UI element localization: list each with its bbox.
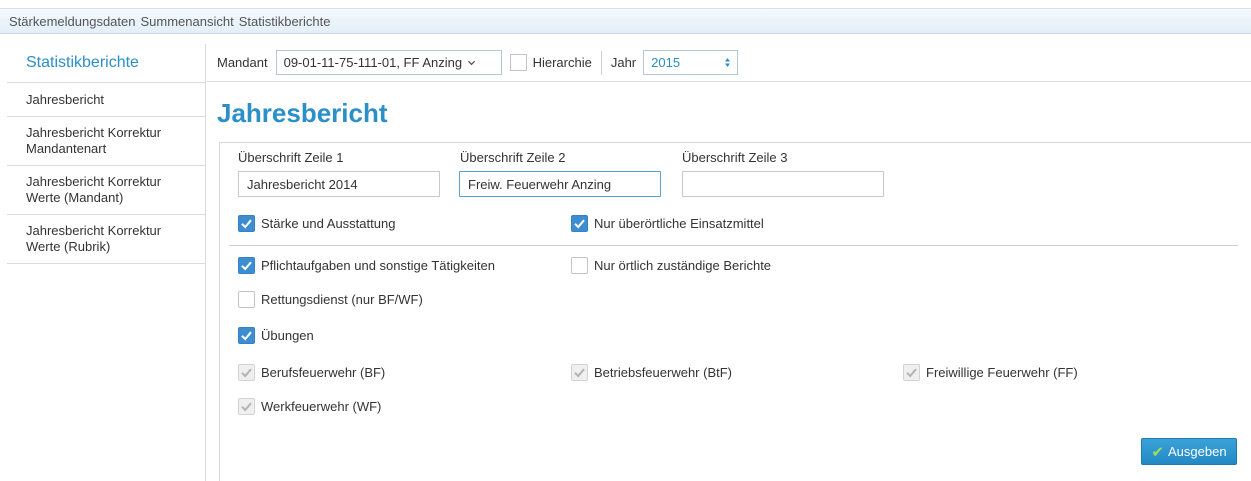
checkbox-berufsfw: Berufsfeuerwehr (BF) (238, 364, 385, 381)
header1-input-value: Jahresbericht 2014 (247, 176, 358, 192)
jahr-select-value: 2015 (651, 55, 681, 70)
updown-arrows-icon (724, 57, 731, 68)
header1-input[interactable]: Jahresbericht 2014 (238, 171, 440, 197)
checkbox-staerke[interactable]: Stärke und Ausstattung (238, 215, 395, 232)
checkbox-rettung[interactable]: Rettungsdienst (nur BF/WF) (238, 291, 423, 308)
mandant-label: Mandant (217, 55, 268, 70)
checkbox-freiwfw: Freiwillige Feuerwehr (FF) (903, 364, 1078, 381)
checkmark-disabled-icon (238, 398, 255, 415)
checkbox-pflicht-label: Pflichtaufgaben und sonstige Tätigkeiten (261, 258, 495, 273)
sidebar-item-jahresbericht[interactable]: Jahresbericht (7, 83, 205, 117)
mandant-select-value: 09-01-11-75-111-01, FF Anzing (283, 55, 463, 70)
section-divider (229, 245, 1238, 246)
checkbox-werkfw-label: Werkfeuerwehr (WF) (261, 399, 382, 414)
header3-label: Überschrift Zeile 3 (682, 150, 788, 165)
checkbox-betriebsfw: Betriebsfeuerwehr (BtF) (571, 364, 732, 381)
header1-label: Überschrift Zeile 1 (238, 150, 344, 165)
checkbox-oertlich-label: Nur örtlich zuständige Berichte (594, 258, 772, 273)
nav-statistikberichte[interactable]: Statistikberichte (239, 14, 331, 29)
checkbox-staerke-label: Stärke und Ausstattung (261, 216, 396, 231)
checkbox-betriebsfw-label: Betriebsfeuerwehr (BtF) (594, 365, 732, 380)
checkbox-freiwfw-label: Freiwillige Feuerwehr (FF) (926, 365, 1078, 380)
mandant-select[interactable]: 09-01-11-75-111-01, FF Anzing (275, 50, 502, 75)
checkbox-oertlich[interactable]: Nur örtlich zuständige Berichte (571, 257, 771, 274)
jahr-select[interactable]: 2015 (643, 50, 739, 75)
header3-input[interactable] (682, 171, 884, 197)
header2-input-value: Freiw. Feuerwehr Anzing (468, 176, 612, 192)
header2-label: Überschrift Zeile 2 (460, 150, 566, 165)
checkbox-empty-icon (238, 291, 255, 308)
checkmark-disabled-icon (571, 364, 588, 381)
filter-bar: Mandant 09-01-11-75-111-01, FF Anzing Hi… (207, 44, 1251, 82)
hierarchie-label: Hierarchie (532, 55, 592, 70)
checkmark-icon (238, 327, 255, 344)
filter-separator (600, 50, 602, 75)
checkbox-berufsfw-label: Berufsfeuerwehr (BF) (261, 365, 386, 380)
checkmark-icon: ✔ (1151, 443, 1164, 461)
hierarchie-checkbox[interactable] (509, 54, 527, 71)
checkbox-werkfw: Werkfeuerwehr (WF) (238, 398, 381, 415)
page-title: Jahresbericht (217, 98, 388, 128)
jahr-label: Jahr (610, 55, 637, 70)
ausgeben-button-label: Ausgeben (1168, 444, 1227, 459)
checkbox-uebungen[interactable]: Übungen (238, 327, 314, 344)
nav-summenansicht[interactable]: Summenansicht (140, 14, 233, 29)
checkbox-rettung-label: Rettungsdienst (nur BF/WF) (261, 292, 423, 307)
checkmark-icon (571, 215, 588, 232)
sidebar-title: Statistikberichte (7, 44, 205, 83)
sidebar-item-korrektur-werte-mandant[interactable]: Jahresbericht Korrektur Werte (Mandant) (7, 166, 205, 215)
header2-input[interactable]: Freiw. Feuerwehr Anzing (459, 171, 661, 197)
nav-staerkemeldungsdaten[interactable]: Stärkemeldungsdaten (9, 14, 135, 29)
checkbox-pflicht[interactable]: Pflichtaufgaben und sonstige Tätigkeiten (238, 257, 495, 274)
sidebar-item-korrektur-werte-rubrik[interactable]: Jahresbericht Korrektur Werte (Rubrik) (7, 215, 205, 264)
checkbox-empty-icon (571, 257, 588, 274)
checkmark-icon (238, 215, 255, 232)
checkmark-icon (238, 257, 255, 274)
sidebar-item-korrektur-mandantenart[interactable]: Jahresbericht Korrektur Mandantenart (7, 117, 205, 166)
ausgeben-button[interactable]: ✔ Ausgeben (1141, 438, 1237, 465)
chevron-down-icon (467, 58, 476, 67)
checkmark-disabled-icon (238, 364, 255, 381)
checkbox-ueberoertlich[interactable]: Nur überörtliche Einsatzmittel (571, 215, 764, 232)
checkbox-uebungen-label: Übungen (261, 328, 314, 343)
checkbox-ueberoertlich-label: Nur überörtliche Einsatzmittel (594, 216, 764, 231)
sidebar: Statistikberichte Jahresbericht Jahresbe… (7, 44, 206, 481)
checkmark-disabled-icon (903, 364, 920, 381)
top-navigation: Stärkemeldungsdaten Summenansicht Statis… (0, 8, 1251, 34)
